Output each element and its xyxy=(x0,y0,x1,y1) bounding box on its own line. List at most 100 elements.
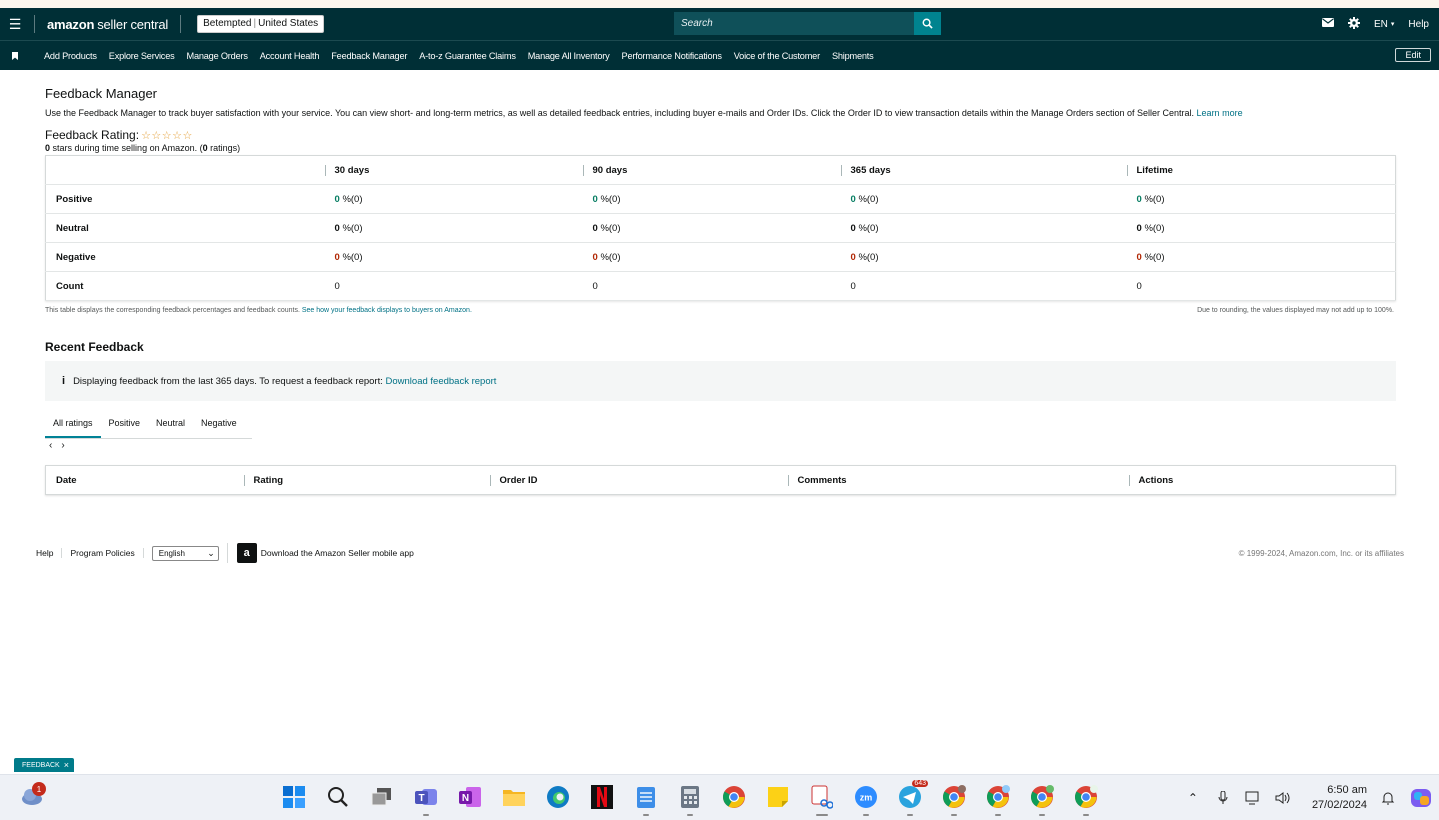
main-content: Feedback Manager Use the Feedback Manage… xyxy=(45,86,1396,495)
chevron-right-icon[interactable]: › xyxy=(61,440,64,451)
tab-all-ratings[interactable]: All ratings xyxy=(45,413,101,438)
chevron-left-icon[interactable]: ‹ xyxy=(49,440,52,451)
notepad-icon[interactable] xyxy=(632,783,660,816)
search-input[interactable] xyxy=(674,12,914,35)
count-90-value: 0 xyxy=(582,271,841,301)
onenote-icon[interactable]: N xyxy=(456,783,484,811)
tab-neutral[interactable]: Neutral xyxy=(148,413,193,438)
footer-help-link[interactable]: Help xyxy=(36,548,63,558)
language-selector[interactable]: EN ▾ xyxy=(1374,19,1394,30)
copilot-icon[interactable] xyxy=(1409,786,1433,810)
chrome-profile-icon[interactable] xyxy=(984,783,1012,816)
telegram-badge: 643 xyxy=(912,780,928,787)
feedback-rating-label: Feedback Rating: xyxy=(45,128,140,142)
download-feedback-report-link[interactable]: Download feedback report xyxy=(386,376,497,387)
file-explorer-icon[interactable] xyxy=(500,783,528,811)
chevron-down-icon: ▾ xyxy=(1390,21,1395,28)
nav-item-account-health[interactable]: Account Health xyxy=(260,51,320,61)
search-icon[interactable] xyxy=(324,783,352,811)
tab-positive[interactable]: Positive xyxy=(101,413,149,438)
microphone-icon[interactable] xyxy=(1214,789,1232,807)
store-name: Betempted xyxy=(203,18,252,29)
table-row: Count 0 0 0 0 xyxy=(45,271,1396,301)
col-date[interactable]: Date xyxy=(46,466,244,495)
chrome-profile-icon[interactable] xyxy=(1028,783,1056,816)
running-indicator xyxy=(1083,814,1089,816)
snipping-tool-icon[interactable] xyxy=(808,783,836,816)
volume-icon[interactable] xyxy=(1274,789,1292,807)
percent-suffix: %(0) xyxy=(858,251,879,263)
col-comments[interactable]: Comments xyxy=(787,466,1129,495)
language-selected: English xyxy=(158,548,185,558)
hamburger-menu-icon[interactable]: ☰ xyxy=(0,8,30,40)
mail-icon[interactable] xyxy=(1322,18,1334,30)
bookmark-icon[interactable] xyxy=(0,51,30,60)
stars-count: 0 xyxy=(45,143,51,153)
col-actions[interactable]: Actions xyxy=(1128,466,1396,495)
tab-negative[interactable]: Negative xyxy=(193,413,245,438)
nav-item-performance-notifications[interactable]: Performance Notifications xyxy=(622,51,722,61)
chrome-profile-icon[interactable] xyxy=(1072,783,1100,816)
table-cell: 0 %(0) xyxy=(582,184,841,214)
count-lifetime-value: 0 xyxy=(1126,271,1396,301)
nav-item-voice-of-customer[interactable]: Voice of the Customer xyxy=(734,51,820,61)
nav-item-shipments[interactable]: Shipments xyxy=(832,51,874,61)
recent-feedback-title: Recent Feedback xyxy=(45,340,144,354)
language-label: EN xyxy=(1374,18,1388,30)
chevron-up-icon[interactable]: ⌃ xyxy=(1184,789,1202,807)
store-separator: | xyxy=(253,18,257,29)
mobile-app-link[interactable]: a Download the Amazon Seller mobile app xyxy=(226,543,414,563)
feedback-widget-tab[interactable]: FEEDBACK × xyxy=(14,758,74,772)
close-icon[interactable]: × xyxy=(64,760,69,770)
positive-30-value: 0 xyxy=(334,193,340,205)
nav-item-manage-orders[interactable]: Manage Orders xyxy=(187,51,248,61)
seller-central-logo[interactable]: amazon seller central xyxy=(47,17,168,32)
sticky-notes-icon[interactable] xyxy=(764,783,792,811)
windows-start-icon[interactable] xyxy=(280,783,308,811)
nav-item-manage-inventory[interactable]: Manage All Inventory xyxy=(528,51,610,61)
summary-corner-cell xyxy=(45,155,325,185)
browser-top-strip xyxy=(0,0,1439,8)
system-tray: ⌃ 6:50 am 27/02/2024 xyxy=(1178,775,1439,820)
ratings-count: 0 xyxy=(202,143,208,153)
col-rating[interactable]: Rating xyxy=(243,466,490,495)
running-indicator xyxy=(907,814,913,816)
chrome-profile-icon[interactable] xyxy=(940,783,968,816)
clock-date: 27/02/2024 xyxy=(1311,799,1367,811)
negative-365-value: 0 xyxy=(850,251,856,263)
footer-program-policies-link[interactable]: Program Policies xyxy=(62,548,144,558)
network-icon[interactable] xyxy=(1244,789,1262,807)
nav-item-explore-services[interactable]: Explore Services xyxy=(109,51,175,61)
netflix-icon[interactable] xyxy=(588,783,616,811)
nav-item-add-products[interactable]: Add Products xyxy=(44,51,97,61)
feedback-display-link[interactable]: See how your feedback displays to buyers… xyxy=(302,307,472,314)
edge-browser-icon[interactable] xyxy=(544,783,572,811)
star-rating-icon: ☆☆☆☆☆ xyxy=(141,129,193,142)
edit-nav-button[interactable]: Edit xyxy=(1395,48,1431,62)
learn-more-link[interactable]: Learn more xyxy=(1197,108,1243,118)
store-selector[interactable]: Betempted | United States xyxy=(197,15,325,33)
info-icon: i xyxy=(62,375,66,387)
nav-item-atoz-claims[interactable]: A-to-z Guarantee Claims xyxy=(419,51,516,61)
zoom-icon[interactable]: zm xyxy=(852,783,880,816)
col-order-id[interactable]: Order ID xyxy=(489,466,788,495)
telegram-icon[interactable]: 643 xyxy=(896,780,928,816)
recent-feedback-table: Date Rating Order ID Comments Actions xyxy=(45,465,1396,495)
search-button[interactable] xyxy=(914,12,941,35)
positive-90-value: 0 xyxy=(592,193,598,205)
nav-items: Add Products Explore Services Manage Ord… xyxy=(44,51,874,61)
settings-gear-icon[interactable] xyxy=(1348,16,1360,32)
task-view-icon[interactable] xyxy=(368,783,396,811)
nav-item-feedback-manager[interactable]: Feedback Manager xyxy=(331,51,407,61)
col-30-days: 30 days xyxy=(324,155,583,185)
help-link[interactable]: Help xyxy=(1408,19,1429,30)
table-cell: 0 %(0) xyxy=(1126,213,1396,243)
notifications-bell-icon[interactable] xyxy=(1379,789,1397,807)
chrome-icon[interactable] xyxy=(720,783,748,811)
footer-language-select[interactable]: English ⌄ xyxy=(151,545,219,561)
summary-header-row: 30 days 90 days 365 days Lifetime xyxy=(45,155,1396,185)
search-bar xyxy=(674,12,941,35)
teams-icon[interactable]: T xyxy=(412,783,440,816)
calculator-icon[interactable] xyxy=(676,783,704,816)
system-clock[interactable]: 6:50 am 27/02/2024 xyxy=(1312,783,1367,813)
